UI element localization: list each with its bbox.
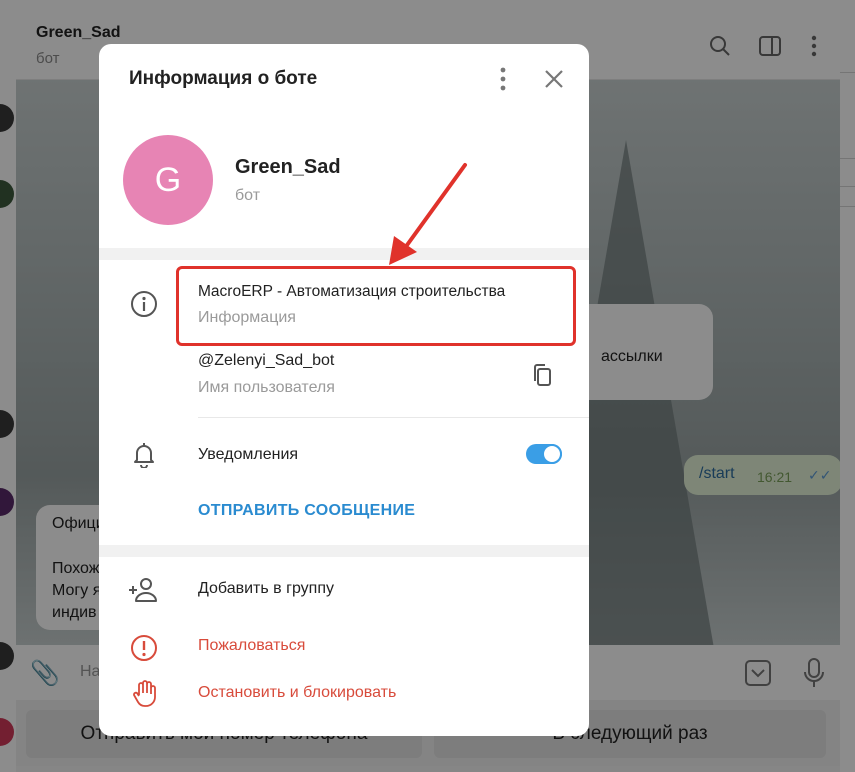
add-to-group-button[interactable]: Добавить в группу — [198, 580, 334, 598]
bot-username-label: Имя пользователя — [198, 379, 335, 396]
block-hand-icon — [133, 680, 156, 707]
bot-status: бот — [235, 187, 261, 204]
notifications-label: Уведомления — [198, 446, 299, 463]
bot-username[interactable]: @Zelenyi_Sad_bot — [198, 352, 334, 370]
report-icon — [131, 635, 157, 661]
section-separator — [99, 545, 589, 557]
copy-icon[interactable] — [531, 363, 553, 387]
bot-name: Green_Sad — [235, 156, 341, 178]
bot-avatar[interactable]: G — [123, 135, 213, 225]
row-divider — [198, 417, 589, 418]
highlight-box — [176, 266, 576, 346]
send-message-button[interactable]: ОТПРАВИТЬ СООБЩЕНИЕ — [198, 502, 415, 520]
stop-and-block-button[interactable]: Остановить и блокировать — [198, 684, 396, 702]
dialog-title: Информация о боте — [129, 68, 318, 89]
add-user-icon — [129, 578, 157, 602]
info-icon — [131, 291, 157, 317]
more-vertical-icon[interactable] — [492, 66, 514, 92]
notifications-toggle[interactable] — [526, 444, 562, 464]
bot-info-dialog: Информация о боте G Green_Sad бот MacroE… — [99, 44, 589, 736]
section-separator — [99, 248, 589, 260]
report-button[interactable]: Пожаловаться — [198, 637, 305, 655]
bell-icon — [134, 443, 154, 468]
close-icon[interactable] — [541, 66, 567, 92]
